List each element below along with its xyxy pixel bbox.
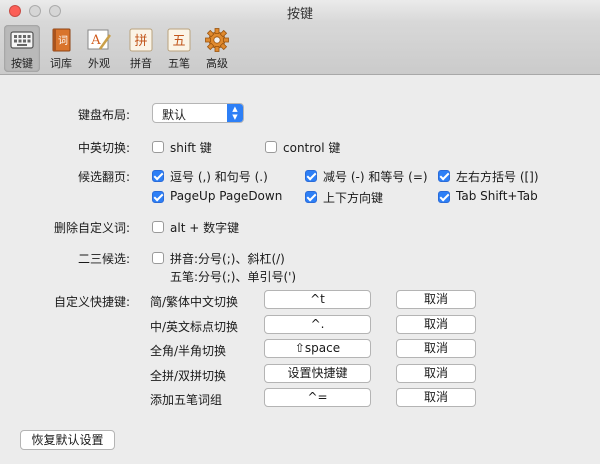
hotkey-add-wubi-button[interactable]: ^= [264,388,371,407]
second-third-candidate-label: 二三候选: [77,252,130,266]
tab-pinyin-label: 拼音 [130,57,152,70]
keyboard-layout-value: 默认 [162,108,187,122]
minus-equal-label: 减号 (-) 和等号 (=) [323,170,428,184]
minus-equal-checkbox[interactable] [305,170,317,182]
hotkey-simp-trad-button[interactable]: ^t [264,290,371,309]
custom-hotkeys-label: 自定义快捷键: [53,295,130,309]
cancel-punct-button[interactable]: 取消 [396,315,476,334]
cancel-simp-trad-button[interactable]: 取消 [396,290,476,309]
wubi-glyph: 五 [172,34,185,49]
restore-defaults-button[interactable]: 恢复默认设置 [20,430,115,450]
shift-key-checkbox[interactable] [152,141,164,153]
pinyin-candidate-keys: 拼音:分号(;)、斜杠(/) [170,252,285,266]
delete-custom-word-label: 删除自定义词: [53,221,130,235]
tab-advanced[interactable]: 高级 [199,25,235,72]
preferences-window: 按键 按键 词 词库 A 外观 拼 拼音 五 五笔 高级 键盘布局: 默认 ▲ … [0,0,600,464]
tab-wubi-label: 五笔 [168,57,190,70]
tab-appearance-label: 外观 [88,57,110,70]
pageup-pagedown-label: PageUp PageDown [170,189,283,203]
appearance-icon: A [87,29,112,50]
alt-number-checkbox[interactable] [152,221,164,233]
tab-wubi[interactable]: 五 五笔 [161,25,197,72]
dictionary-glyph: 词 [58,35,68,47]
arrow-keys-label: 上下方向键 [323,191,384,205]
hotkey-name-width: 全角/半角切换 [150,344,227,358]
tab-dictionary[interactable]: 词 词库 [43,25,79,72]
hotkey-name-simp-trad: 简/繁体中文切换 [150,295,239,309]
arrow-keys-checkbox[interactable] [305,191,317,203]
comma-period-label: 逗号 (,) 和句号 (.) [170,170,268,184]
pinyin-icon: 拼 [129,28,153,52]
hotkey-punct-button[interactable]: ^. [264,315,371,334]
keyboard-layout-select[interactable]: 默认 ▲ ▼ [152,103,244,123]
cancel-add-wubi-button[interactable]: 取消 [396,388,476,407]
hotkey-name-add-wubi: 添加五笔词组 [150,393,223,407]
title-bar: 按键 [0,0,600,22]
window-title: 按键 [286,7,313,22]
control-key-label: control 键 [283,141,341,155]
tab-advanced-label: 高级 [206,57,228,70]
tab-pinyin[interactable]: 拼 拼音 [123,25,159,72]
appearance-glyph: A [90,33,101,48]
wubi-candidate-keys: 五笔:分号(;)、单引号(') [170,270,297,284]
keyboard-icon [10,31,34,49]
dictionary-book-icon: 词 [52,28,71,52]
brackets-checkbox[interactable] [438,170,450,182]
gear-icon [205,28,229,52]
shift-key-label: shift 键 [170,141,212,155]
preferences-toolbar: 按键 词 词库 A 外观 拼 拼音 五 五笔 高级 [0,22,600,75]
tab-shift-tab-label: Tab Shift+Tab [456,189,538,203]
tab-dictionary-label: 词库 [50,57,72,70]
hotkey-pinyin-mode-button[interactable]: 设置快捷键 [264,364,371,383]
pinyin-glyph: 拼 [134,34,147,49]
brackets-label: 左右方括号 ([]) [456,170,539,184]
hotkey-width-button[interactable]: ⇧space [264,339,371,358]
tab-keys-label: 按键 [11,57,33,70]
candidate-paging-label: 候选翻页: [77,170,130,184]
tab-shift-tab-checkbox[interactable] [438,191,450,203]
comma-period-checkbox[interactable] [152,170,164,182]
alt-number-label: alt + 数字键 [170,221,240,235]
hotkey-name-pinyin-mode: 全拼/双拼切换 [150,369,227,383]
tab-appearance[interactable]: A 外观 [81,25,117,72]
cn-en-switch-label: 中英切换: [77,141,130,155]
wubi-icon: 五 [167,28,191,52]
pageup-pagedown-checkbox[interactable] [152,191,164,203]
control-key-checkbox[interactable] [265,141,277,153]
keyboard-layout-label: 键盘布局: [77,108,130,122]
tab-keys[interactable]: 按键 [4,25,40,72]
second-third-candidate-checkbox[interactable] [152,252,164,264]
cancel-width-button[interactable]: 取消 [396,339,476,358]
chevron-updown-icon: ▲ ▼ [227,104,243,122]
keys-settings-panel: 键盘布局: 默认 ▲ ▼ 中英切换: shift 键 control 键 候选翻页… [0,75,600,464]
cancel-pinyin-mode-button[interactable]: 取消 [396,364,476,383]
hotkey-name-punct: 中/英文标点切换 [150,320,239,334]
